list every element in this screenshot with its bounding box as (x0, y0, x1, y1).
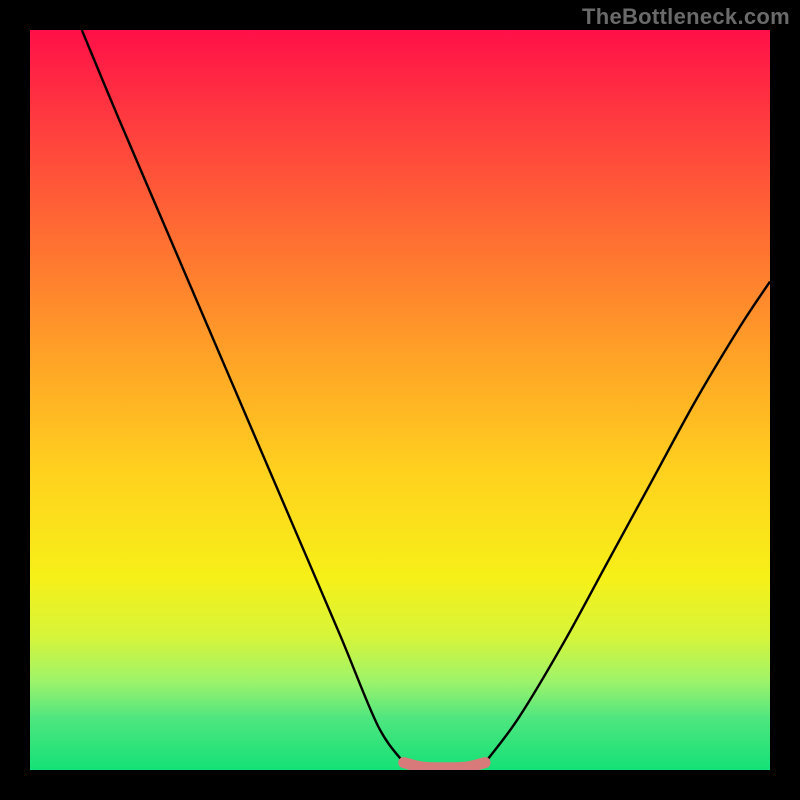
left-branch-curve (82, 30, 404, 763)
watermark-text: TheBottleneck.com (582, 4, 790, 30)
flat-bottom-segment (404, 763, 485, 768)
curve-layer (30, 30, 770, 770)
right-branch-curve (485, 282, 770, 763)
plot-area (30, 30, 770, 770)
chart-frame: TheBottleneck.com (0, 0, 800, 800)
